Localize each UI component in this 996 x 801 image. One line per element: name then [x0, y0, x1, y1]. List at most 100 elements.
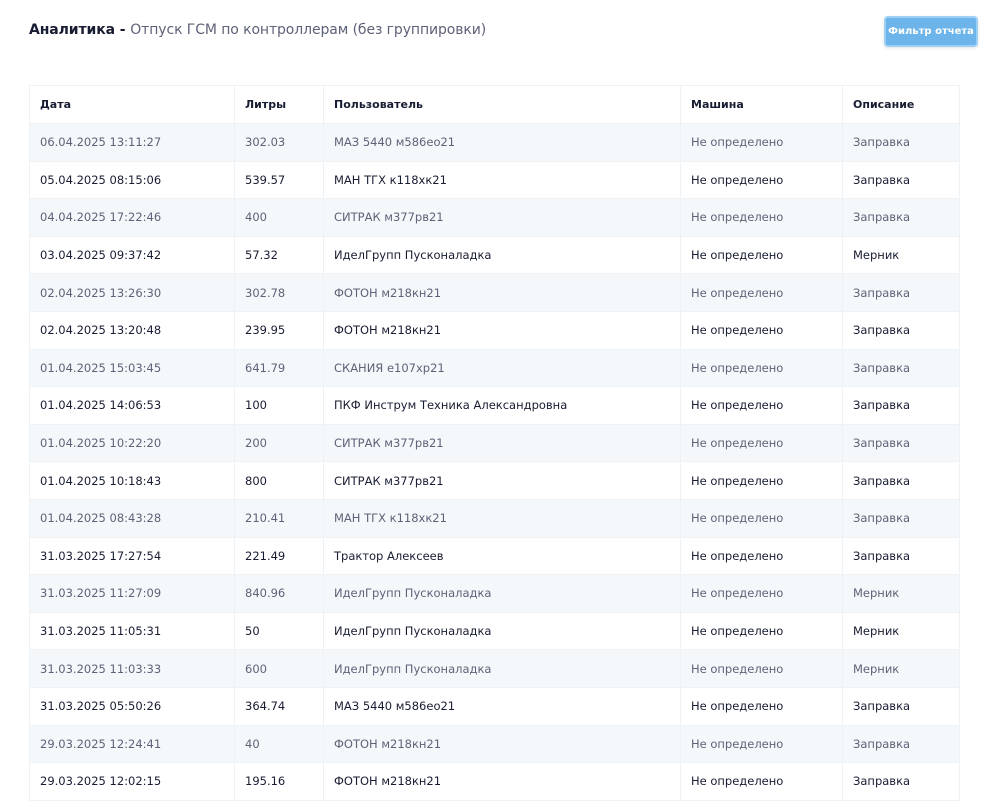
cell-date: 01.04.2025 14:06:53 — [29, 386, 235, 425]
cell-date: 29.03.2025 12:24:41 — [29, 724, 235, 764]
cell-date: 01.04.2025 10:18:43 — [29, 461, 235, 500]
cell-liters: 302.78 — [234, 273, 324, 312]
table-row[interactable]: 02.04.2025 13:26:30 302.78 ФОТОН м218кн21 Н… — [29, 273, 960, 312]
cell-description: Заправка — [842, 686, 960, 726]
cell-machine: Не определено — [680, 461, 843, 500]
cell-description: Заправка — [842, 461, 960, 500]
table-row[interactable]: 01.04.2025 10:18:43 800 СИТРАК м377рв21 Не … — [29, 461, 960, 500]
page-title-section: Аналитика - — [29, 22, 126, 38]
cell-description: Заправка — [842, 762, 960, 801]
page-title-report-name: Отпуск ГСМ по контроллерам (без группиро… — [130, 22, 487, 38]
table-row[interactable]: 29.03.2025 12:24:41 40 ФОТОН м218кн21 Не оп… — [29, 724, 960, 764]
cell-user: СИТРАК м377рв21 — [323, 461, 681, 500]
cell-description: Заправка — [842, 536, 960, 576]
cell-description: Мерник — [842, 611, 960, 651]
cell-user: ИделГрупп Пусконаладка — [323, 235, 681, 275]
cell-date: 06.04.2025 13:11:27 — [29, 123, 235, 162]
cell-date: 02.04.2025 13:26:30 — [29, 273, 235, 312]
table-body: 06.04.2025 13:11:27 302.03 МАЗ 5440 м586ео… — [29, 123, 960, 801]
cell-machine: Не определено — [680, 235, 843, 275]
table-row[interactable]: 01.04.2025 15:03:45 641.79 СКАНИЯ е107хр21… — [29, 348, 960, 388]
table-row[interactable]: 04.04.2025 17:22:46 400 СИТРАК м377рв21 Не … — [29, 198, 960, 237]
table-header: Дата Литры Пользователь Машина Описание — [29, 85, 960, 124]
cell-description: Заправка — [842, 423, 960, 463]
page-header: Аналитика - Отпуск ГСМ по контроллерам (… — [0, 0, 996, 64]
table-row[interactable]: 01.04.2025 10:22:20 200 СИТРАК м377рв21 Не … — [29, 423, 960, 463]
cell-machine: Не определено — [680, 273, 843, 312]
column-header-user[interactable]: Пользователь — [323, 85, 681, 124]
table-row[interactable]: 05.04.2025 08:15:06 539.57 МАН ТГХ к118хк2… — [29, 160, 960, 200]
cell-liters: 195.16 — [234, 762, 324, 801]
cell-description: Заправка — [842, 386, 960, 425]
cell-user: ИделГрупп Пусконаладка — [323, 611, 681, 651]
table-row[interactable]: 01.04.2025 08:43:28 210.41 МАН ТГХ к118хк2… — [29, 498, 960, 538]
table-row[interactable]: 31.03.2025 11:05:31 50 ИделГрупп Пусконала… — [29, 611, 960, 651]
cell-machine: Не определено — [680, 423, 843, 463]
cell-user: ПКФ Инструм Техника Александровна — [323, 386, 681, 425]
cell-user: ФОТОН м218кн21 — [323, 273, 681, 312]
cell-date: 04.04.2025 17:22:46 — [29, 198, 235, 237]
cell-user: МАН ТГХ к118хк21 — [323, 160, 681, 200]
cell-liters: 50 — [234, 611, 324, 651]
cell-machine: Не определено — [680, 198, 843, 237]
cell-user: МАЗ 5440 м586ео21 — [323, 123, 681, 162]
cell-liters: 539.57 — [234, 160, 324, 200]
cell-liters: 840.96 — [234, 574, 324, 613]
cell-date: 29.03.2025 12:02:15 — [29, 762, 235, 801]
cell-machine: Не определено — [680, 536, 843, 576]
cell-liters: 210.41 — [234, 498, 324, 538]
table-row[interactable]: 31.03.2025 11:27:09 840.96 ИделГрупп Пуско… — [29, 574, 960, 613]
cell-machine: Не определено — [680, 310, 843, 350]
cell-description: Заправка — [842, 348, 960, 388]
table-row[interactable]: 31.03.2025 17:27:54 221.49 Трактор Алексее… — [29, 536, 960, 576]
cell-user: СИТРАК м377рв21 — [323, 198, 681, 237]
column-header-date[interactable]: Дата — [29, 85, 235, 124]
table-row[interactable]: 31.03.2025 05:50:26 364.74 МАЗ 5440 м586ео… — [29, 686, 960, 726]
table-row[interactable]: 29.03.2025 12:02:15 195.16 ФОТОН м218кн21 Н… — [29, 762, 960, 801]
cell-description: Заправка — [842, 160, 960, 200]
cell-machine: Не определено — [680, 649, 843, 688]
cell-liters: 40 — [234, 724, 324, 764]
cell-liters: 400 — [234, 198, 324, 237]
cell-machine: Не определено — [680, 724, 843, 764]
cell-date: 31.03.2025 11:27:09 — [29, 574, 235, 613]
table-row[interactable]: 01.04.2025 14:06:53 100 ПКФ Инструм Техник… — [29, 386, 960, 425]
cell-description: Мерник — [842, 235, 960, 275]
column-header-description[interactable]: Описание — [842, 85, 960, 124]
cell-liters: 364.74 — [234, 686, 324, 726]
cell-machine: Не определено — [680, 611, 843, 651]
cell-liters: 641.79 — [234, 348, 324, 388]
column-header-liters[interactable]: Литры — [234, 85, 324, 124]
cell-liters: 239.95 — [234, 310, 324, 350]
cell-description: Заправка — [842, 498, 960, 538]
cell-user: МАН ТГХ к118хк21 — [323, 498, 681, 538]
column-header-machine[interactable]: Машина — [680, 85, 843, 124]
table-row[interactable]: 31.03.2025 11:03:33 600 ИделГрупп Пусконал… — [29, 649, 960, 688]
cell-user: ФОТОН м218кн21 — [323, 310, 681, 350]
cell-liters: 800 — [234, 461, 324, 500]
cell-date: 03.04.2025 09:37:42 — [29, 235, 235, 275]
cell-liters: 57.32 — [234, 235, 324, 275]
cell-machine: Не определено — [680, 762, 843, 801]
cell-user: ФОТОН м218кн21 — [323, 724, 681, 764]
cell-date: 01.04.2025 08:43:28 — [29, 498, 235, 538]
cell-machine: Не определено — [680, 574, 843, 613]
cell-description: Мерник — [842, 649, 960, 688]
cell-machine: Не определено — [680, 160, 843, 200]
cell-date: 31.03.2025 11:03:33 — [29, 649, 235, 688]
cell-liters: 200 — [234, 423, 324, 463]
cell-liters: 600 — [234, 649, 324, 688]
cell-user: ФОТОН м218кн21 — [323, 762, 681, 801]
page-title: Аналитика - Отпуск ГСМ по контроллерам (… — [29, 22, 486, 38]
cell-date: 02.04.2025 13:20:48 — [29, 310, 235, 350]
cell-user: Трактор Алексеев — [323, 536, 681, 576]
table-row[interactable]: 03.04.2025 09:37:42 57.32 ИделГрупп Пускон… — [29, 235, 960, 275]
cell-user: ИделГрупп Пусконаладка — [323, 574, 681, 613]
cell-date: 01.04.2025 15:03:45 — [29, 348, 235, 388]
cell-liters: 302.03 — [234, 123, 324, 162]
report-filter-button[interactable]: Фильтр отчета — [884, 16, 978, 47]
cell-description: Мерник — [842, 574, 960, 613]
table-row[interactable]: 02.04.2025 13:20:48 239.95 ФОТОН м218кн21 Н… — [29, 310, 960, 350]
table-row[interactable]: 06.04.2025 13:11:27 302.03 МАЗ 5440 м586ео… — [29, 123, 960, 162]
report-table-container: Дата Литры Пользователь Машина Описание … — [29, 85, 960, 801]
